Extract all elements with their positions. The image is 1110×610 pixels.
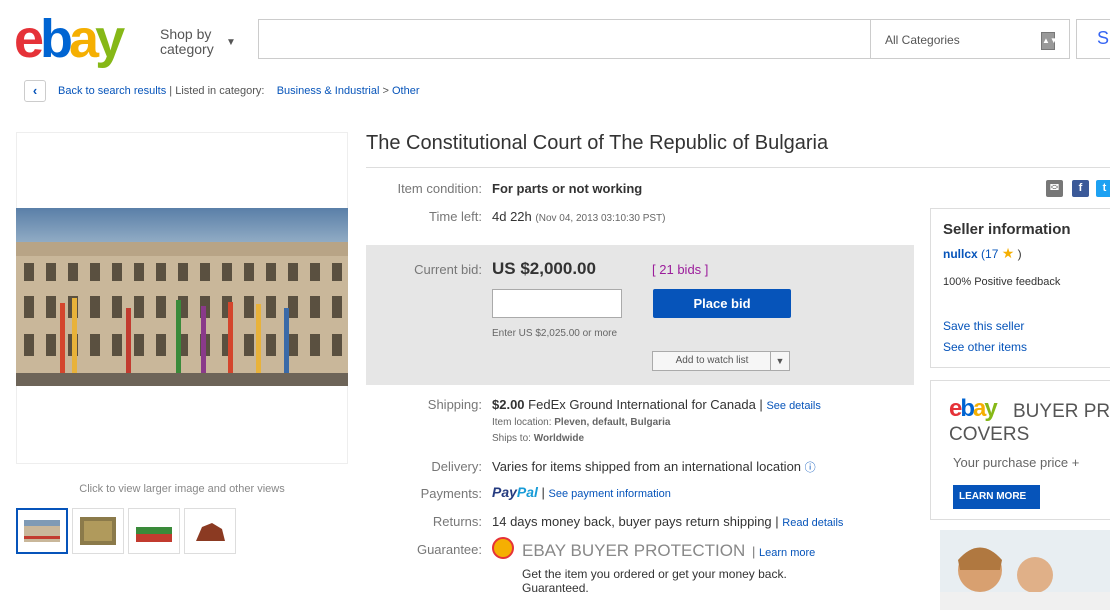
guarantee-label: Guarantee: xyxy=(416,542,482,557)
click-to-enlarge-text: Click to view larger image and other vie… xyxy=(79,483,285,495)
bid-amount-input[interactable] xyxy=(492,289,622,318)
buyer-protection-ad[interactable]: ebay BUYER PR COVERS Your purchase price… xyxy=(930,380,1110,520)
shop-by-category-button[interactable]: Shop by category ▼ xyxy=(160,27,236,57)
item-location: Item location: Pleven, default, Bulgaria xyxy=(492,417,671,428)
delivery-label: Delivery: xyxy=(431,459,482,474)
star-icon: ★ xyxy=(1001,245,1015,261)
item-title: The Constitutional Court of The Republic… xyxy=(366,132,829,154)
category-link-other[interactable]: Other xyxy=(392,85,420,97)
bid-count-link[interactable]: [ 21 bids ] xyxy=(652,262,708,277)
payments-value: PayPal | See payment information xyxy=(492,484,671,500)
learn-more-link[interactable]: | Learn more xyxy=(752,544,852,559)
back-to-results-link[interactable]: Back to search results xyxy=(58,85,166,97)
ships-to: Ships to: Worldwide xyxy=(492,433,585,444)
seller-heading: Seller information xyxy=(943,221,1071,238)
search-button[interactable]: S xyxy=(1076,19,1110,59)
ebay-logo[interactable]: ebay xyxy=(14,12,125,66)
returns-value: 14 days money back, buyer pays return sh… xyxy=(492,514,844,529)
see-other-items-link[interactable]: See other items xyxy=(943,340,1027,354)
shield-icon xyxy=(492,537,514,559)
chevron-down-icon: ▼ xyxy=(226,37,236,48)
chevron-down-icon[interactable]: ▼ xyxy=(770,352,789,370)
current-bid-label: Current bid: xyxy=(414,262,482,277)
facebook-icon[interactable]: f xyxy=(1072,180,1089,197)
see-details-link[interactable]: See details xyxy=(766,400,820,412)
info-icon[interactable]: ⓘ xyxy=(805,462,816,474)
place-bid-button[interactable]: Place bid xyxy=(653,289,791,318)
condition-label: Item condition: xyxy=(397,181,482,196)
save-seller-link[interactable]: Save this seller xyxy=(943,319,1024,333)
ad-photo xyxy=(940,530,1110,610)
thumbnail-1[interactable] xyxy=(16,508,68,554)
guarantee-text: Get the item you ordered or get your mon… xyxy=(522,567,787,595)
add-to-watch-list-button[interactable]: Add to watch list ▼ xyxy=(652,351,790,371)
positive-feedback: 100% Positive feedback xyxy=(943,276,1061,288)
divider xyxy=(366,167,1110,168)
time-left-value: 4d 22h (Nov 04, 2013 03:10:30 PST) xyxy=(492,209,666,224)
category-link-business[interactable]: Business & Industrial xyxy=(277,85,380,97)
ad-text: Your purchase price + xyxy=(953,455,1080,470)
payments-label: Payments: xyxy=(420,486,482,501)
main-image[interactable] xyxy=(16,208,348,386)
buyer-protection-text: EBAY BUYER PROTECTION xyxy=(522,541,746,560)
read-details-link[interactable]: Read details xyxy=(782,517,843,529)
twitter-icon[interactable]: t xyxy=(1096,180,1110,197)
shipping-value: $2.00 FedEx Ground International for Can… xyxy=(492,397,821,412)
learn-more-button[interactable]: LEARN MORE xyxy=(953,485,1041,509)
seller-info-panel: Seller information nullcx (17 ★ ) 100% P… xyxy=(930,208,1110,368)
back-arrow-icon[interactable]: ‹ xyxy=(24,80,46,102)
payment-info-link[interactable]: See payment information xyxy=(549,488,671,500)
seller-name-link[interactable]: nullcx xyxy=(943,247,978,261)
thumbnail-4[interactable] xyxy=(184,508,236,554)
current-bid-price: US $2,000.00 xyxy=(492,259,596,278)
category-select[interactable]: All Categories ▲▼ xyxy=(870,19,1070,59)
time-left-label: Time left: xyxy=(429,209,482,224)
thumbnail-3[interactable] xyxy=(128,508,180,554)
thumbnail-2[interactable] xyxy=(72,508,124,554)
ebay-logo-small: ebay xyxy=(949,395,998,422)
condition-value: For parts or not working xyxy=(492,181,643,196)
minimum-bid-text: Enter US $2,025.00 or more xyxy=(492,328,618,339)
email-share-icon[interactable]: ✉ xyxy=(1046,180,1063,197)
search-input[interactable] xyxy=(258,19,870,59)
paypal-logo: PayPal xyxy=(492,484,538,500)
shipping-label: Shipping: xyxy=(427,397,482,412)
returns-label: Returns: xyxy=(432,514,482,529)
ad-heading: BUYER PR xyxy=(1013,401,1110,422)
feedback-score[interactable]: (17 xyxy=(981,247,998,261)
dropdown-arrow-icon: ▲▼ xyxy=(1041,32,1058,50)
seller-name-row: nullcx (17 ★ ) xyxy=(943,245,1022,261)
delivery-value: Varies for items shipped from an interna… xyxy=(492,459,816,474)
breadcrumb: Back to search results | Listed in categ… xyxy=(58,85,420,97)
ad-subheading: COVERS xyxy=(949,424,1030,445)
